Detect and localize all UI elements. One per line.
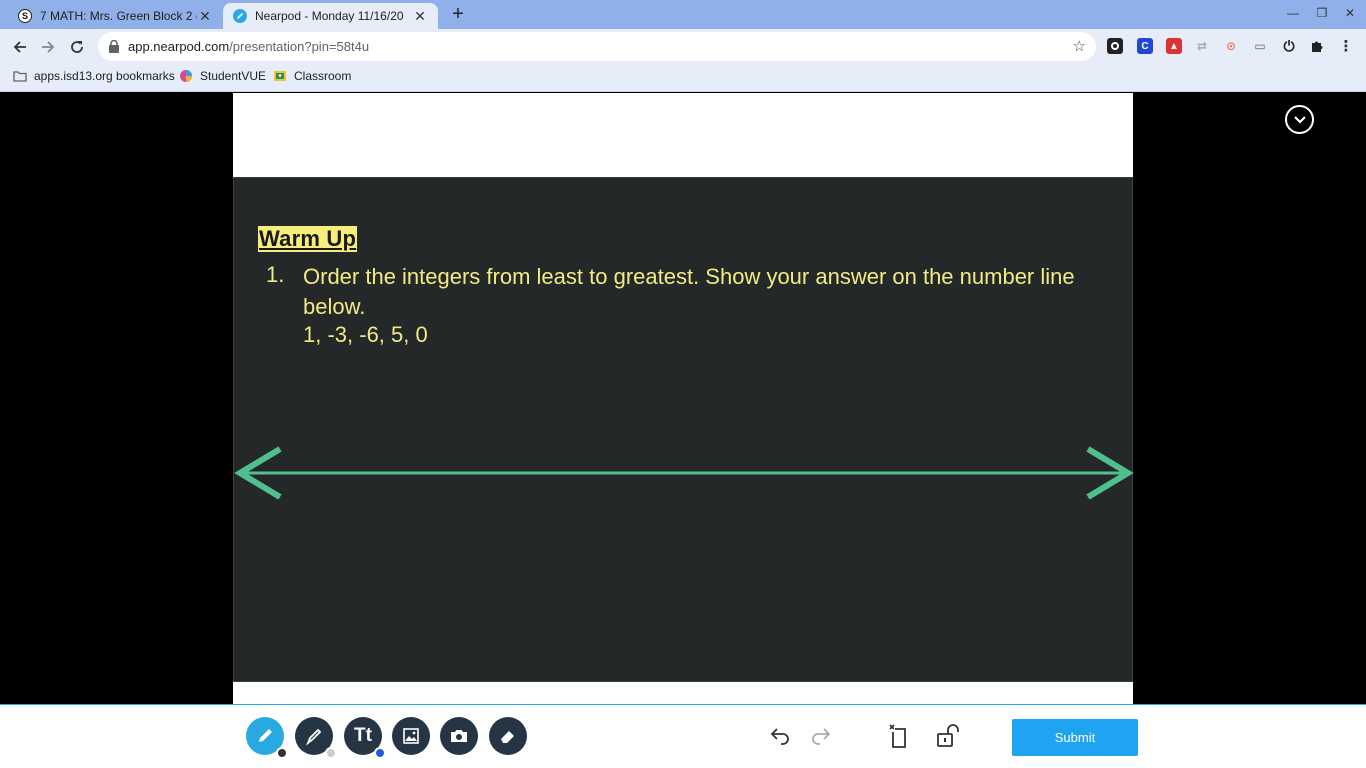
bookmark-label: Classroom (294, 69, 352, 83)
reload-icon (71, 41, 83, 53)
slide-heading: Warm Up (258, 226, 358, 252)
clear-page-icon (889, 724, 906, 748)
c-icon[interactable]: C (1137, 38, 1153, 54)
unlock-button[interactable] (935, 723, 961, 749)
text-tool-button[interactable]: Tt (344, 717, 386, 759)
url-text: app.nearpod.com/presentation?pin=58t4u (128, 39, 369, 54)
slide-top-margin (233, 93, 1133, 177)
menu-icon[interactable]: ⋮ (1338, 38, 1354, 55)
close-window-icon[interactable]: ✕ (1342, 6, 1358, 20)
pencil-tool-button[interactable] (246, 717, 288, 759)
cast-icon[interactable]: ▭ (1252, 38, 1268, 54)
address-bar[interactable]: app.nearpod.com/presentation?pin=58t4u ☆ (98, 32, 1096, 61)
bookmarks-bar: apps.isd13.org bookmarks StudentVUE Clas… (0, 64, 1366, 92)
screencastify-icon[interactable] (1107, 38, 1123, 54)
text-tool-icon: Tt (354, 725, 372, 746)
redo-icon (812, 728, 831, 745)
bookmark-star-icon[interactable]: ☆ (1073, 37, 1086, 55)
forward-arrow-icon (42, 41, 55, 53)
eraser-icon (501, 731, 514, 743)
tab-title: Nearpod - Monday 11/16/20 (255, 9, 404, 23)
chevron-down-icon (1293, 115, 1306, 124)
collapse-button[interactable] (1285, 105, 1314, 134)
question-number: 1. (266, 262, 285, 287)
submit-button[interactable]: Submit (1012, 719, 1138, 756)
pencil-icon (259, 729, 272, 742)
tab-title: 7 MATH: Mrs. Green Block 2 (10 (40, 9, 197, 23)
share-icon[interactable]: ⇄ (1194, 38, 1210, 54)
tab-strip: S 7 MATH: Mrs. Green Block 2 (10 ✕ Nearp… (0, 0, 1366, 29)
camera-icon (451, 730, 467, 742)
url-path: /presentation?pin=58t4u (229, 39, 370, 54)
bookmark-label: apps.isd13.org bookmarks (34, 69, 175, 83)
image-icon (403, 728, 419, 744)
tab-math-class[interactable]: S 7 MATH: Mrs. Green Block 2 (10 ✕ (8, 3, 223, 29)
slide-bottom-margin (233, 682, 1133, 704)
browser-toolbar: app.nearpod.com/presentation?pin=58t4u ☆… (0, 29, 1366, 64)
puzzle-icon[interactable] (1309, 38, 1325, 54)
bookmark-studentvue[interactable]: StudentVUE (179, 69, 266, 83)
url-host: app.nearpod.com (128, 39, 230, 54)
unlock-icon (937, 724, 959, 747)
question-text: Order the integers from least to greates… (303, 264, 1075, 319)
highlighter-tool-button[interactable] (295, 717, 337, 759)
folder-icon (13, 71, 27, 82)
close-icon[interactable]: ✕ (412, 8, 428, 25)
power-icon[interactable]: ⏻ (1281, 38, 1297, 54)
forward-button[interactable] (37, 36, 59, 58)
slide-canvas[interactable]: Warm Up 1. Order the integers from least… (233, 177, 1134, 682)
undo-button[interactable] (767, 723, 793, 749)
lock-icon (109, 40, 119, 53)
close-icon[interactable]: ✕ (197, 8, 213, 25)
number-line (234, 446, 1134, 500)
back-button[interactable] (9, 36, 31, 58)
image-tool-button[interactable] (392, 717, 430, 755)
presentation-stage: Warm Up 1. Order the integers from least… (0, 92, 1366, 704)
record-icon[interactable]: ⊙ (1223, 38, 1239, 54)
bookmark-label: StudentVUE (200, 69, 267, 83)
red-extension-icon[interactable]: ▲ (1166, 38, 1182, 54)
undo-icon (770, 728, 789, 745)
new-tab-button[interactable]: + (448, 4, 468, 24)
drawing-toolbar: Tt Submit (0, 704, 1366, 768)
nearpod-icon (233, 9, 247, 23)
integer-list: 1, -3, -6, 5, 0 (303, 322, 428, 347)
studentvue-icon (180, 70, 192, 82)
back-arrow-icon (13, 41, 26, 53)
highlighter-icon (305, 728, 322, 746)
text-color-dot[interactable] (374, 747, 386, 759)
pencil-color-dot[interactable] (276, 747, 288, 759)
highlighter-color-dot[interactable] (325, 747, 337, 759)
classroom-icon (274, 71, 286, 81)
reload-button[interactable] (66, 36, 88, 58)
bookmark-apps-folder[interactable]: apps.isd13.org bookmarks (13, 69, 175, 83)
bookmark-classroom[interactable]: Classroom (273, 69, 351, 83)
restore-icon[interactable]: ❐ (1314, 6, 1330, 20)
eraser-tool-button[interactable] (489, 717, 527, 755)
redo-button[interactable] (808, 723, 834, 749)
minimize-icon[interactable]: — (1285, 6, 1301, 20)
schoology-icon: S (18, 9, 32, 23)
clear-page-button[interactable] (886, 723, 912, 749)
camera-tool-button[interactable] (440, 717, 478, 755)
tab-nearpod[interactable]: Nearpod - Monday 11/16/20 ✕ (223, 3, 438, 29)
